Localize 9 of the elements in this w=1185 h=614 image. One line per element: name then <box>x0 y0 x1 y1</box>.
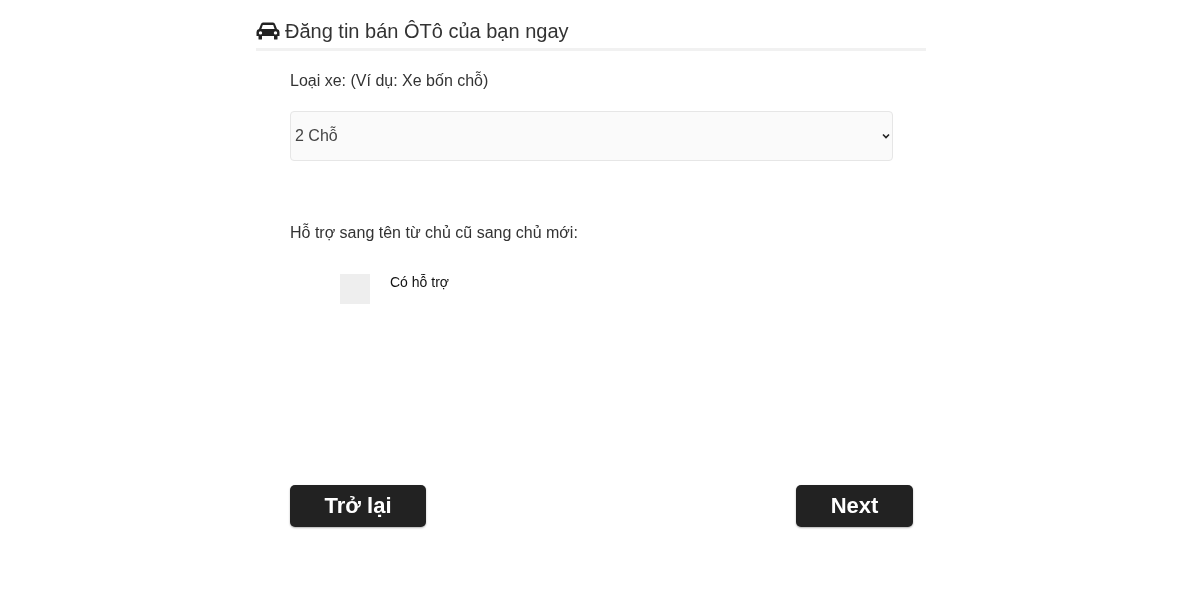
chevron-down-icon <box>882 133 890 139</box>
car-type-select[interactable]: 2 Chỗ <box>290 111 893 161</box>
field-label: Loại xe: (Ví dụ: Xe bốn chỗ) <box>290 71 489 91</box>
car-icon <box>256 22 280 40</box>
checkbox-label[interactable]: Có hỗ trợ <box>390 274 449 290</box>
next-button[interactable]: Next <box>796 485 913 527</box>
field-label: Hỗ trợ sang tên từ chủ cũ sang chủ mới: <box>290 223 578 243</box>
page-title: Đăng tin bán ÔTô của bạn ngay <box>285 19 569 43</box>
back-button[interactable]: Trở lại <box>290 485 426 527</box>
